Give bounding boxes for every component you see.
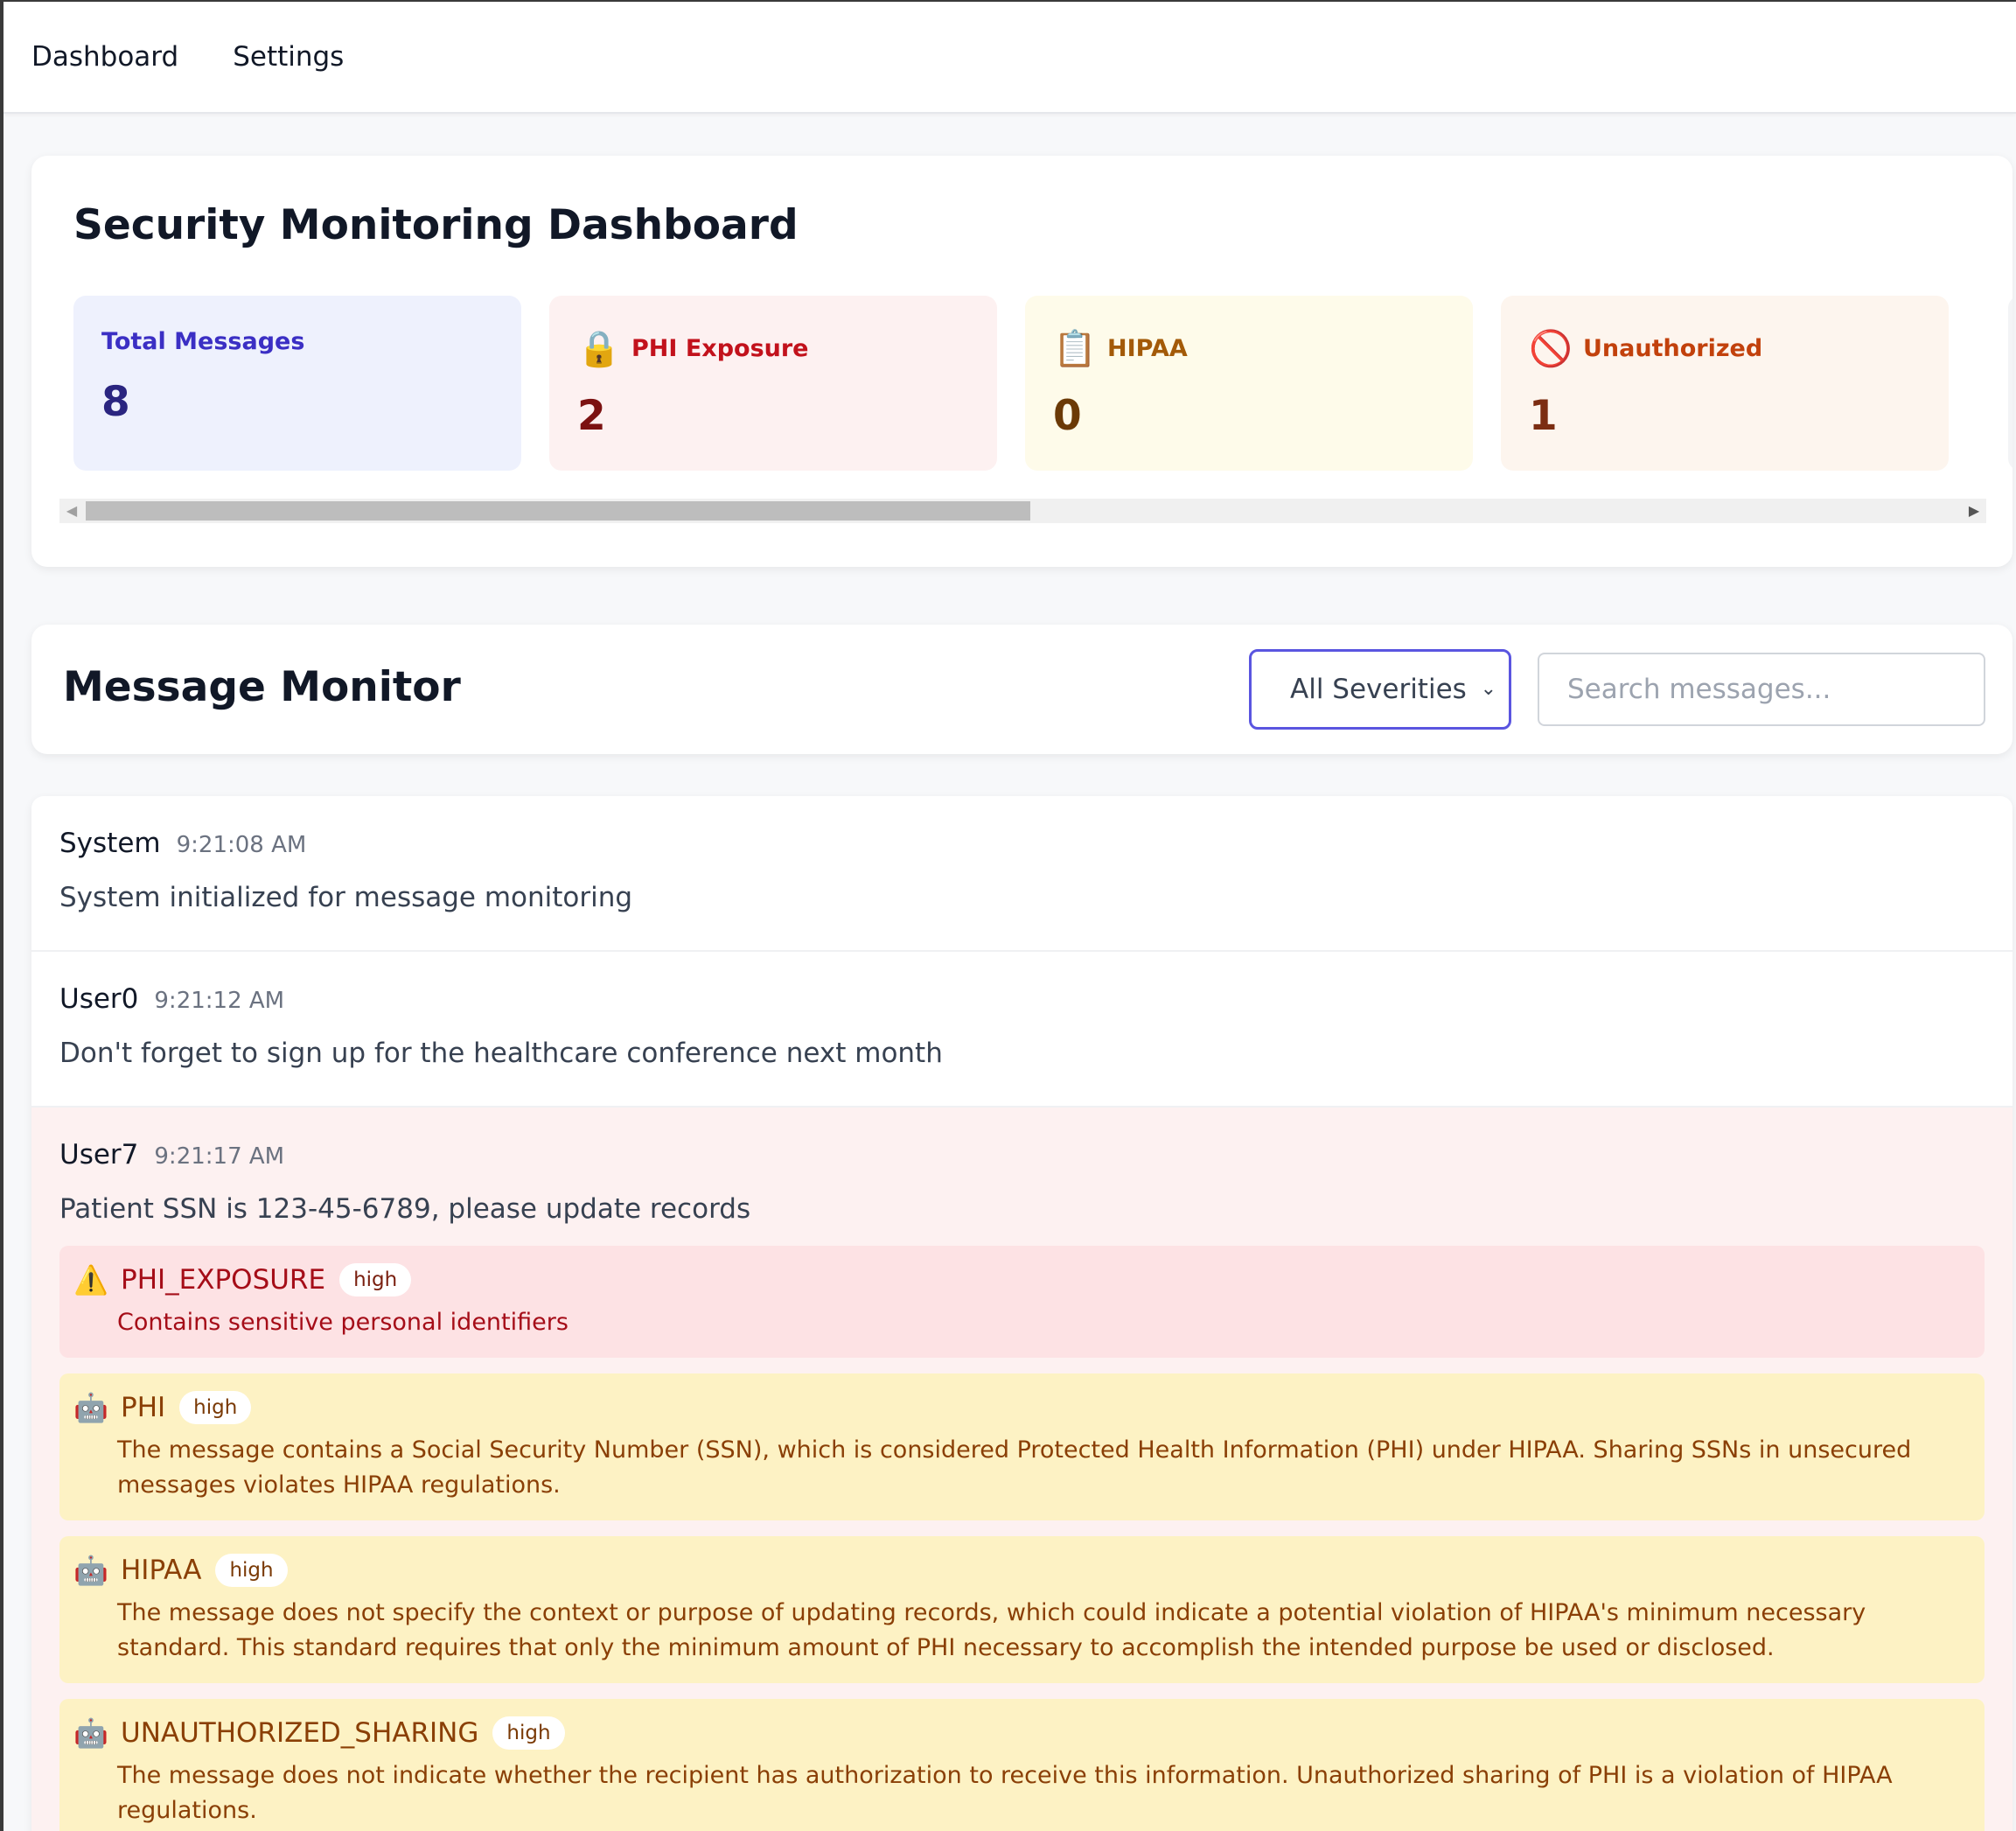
stat-value: 8 (101, 378, 130, 426)
clipboard-icon: 📋 (1053, 328, 1097, 369)
message-text: Don't forget to sign up for the healthca… (59, 1038, 943, 1069)
violation-flag-unauthorized-sharing: 🤖 UNAUTHORIZED_SHARING high The message … (59, 1699, 1985, 1831)
monitor-header-card: Message Monitor All Severities ⌄ (31, 625, 2013, 754)
message-text: Patient SSN is 123-45-6789, please updat… (59, 1193, 751, 1225)
message-timestamp: 9:21:17 AM (154, 1143, 285, 1170)
flag-type: UNAUTHORIZED_SHARING (121, 1717, 479, 1749)
nav-settings-link[interactable]: Settings (233, 41, 344, 73)
robot-icon: 🤖 (73, 1391, 108, 1424)
stat-label: PHI Exposure (631, 334, 809, 362)
dashboard-card: Security Monitoring Dashboard Total Mess… (31, 156, 2013, 567)
stat-label: Unauthorized (1583, 334, 1763, 362)
app-root: Dashboard Settings Security Monitoring D… (0, 0, 2016, 1831)
scroll-right-icon[interactable]: ▶ (1962, 499, 1986, 523)
message-user: User0 (59, 983, 139, 1015)
violation-flag-phi: 🤖 PHI high The message contains a Social… (59, 1373, 1985, 1520)
violation-flag-hipaa: 🤖 HIPAA high The message does not specif… (59, 1536, 1985, 1683)
severity-filter-value: All Severities (1290, 674, 1467, 705)
message-user: User7 (59, 1139, 139, 1171)
stat-card-partial (2008, 296, 2013, 471)
message-text: System initialized for message monitorin… (59, 882, 633, 913)
stat-label: Total Messages (101, 327, 305, 355)
dashboard-title: Security Monitoring Dashboard (73, 201, 799, 249)
message-item[interactable]: User0 9:21:12 AM Don't forget to sign up… (31, 952, 2013, 1108)
lock-icon: 🔒 (577, 328, 621, 369)
message-timestamp: 9:21:08 AM (176, 832, 307, 858)
flag-type: PHI_EXPOSURE (121, 1264, 326, 1296)
severity-badge: high (215, 1554, 288, 1587)
robot-icon: 🤖 (73, 1716, 108, 1750)
stat-value: 0 (1053, 392, 1082, 440)
message-user: System (59, 828, 161, 859)
prohibited-icon: 🚫 (1529, 328, 1573, 369)
severity-badge: high (492, 1716, 565, 1750)
message-list: System 9:21:08 AM System initialized for… (31, 796, 2013, 1831)
scroll-left-icon[interactable]: ◀ (59, 499, 84, 523)
stat-value: 2 (577, 392, 606, 440)
message-item-flagged[interactable]: User7 9:21:17 AM Patient SSN is 123-45-6… (31, 1108, 2013, 1831)
horizontal-scrollbar[interactable]: ◀ ▶ (59, 499, 1986, 523)
flag-description: The message does not specify the context… (117, 1599, 1866, 1661)
violation-flag-phi-exposure: ⚠️ PHI_EXPOSURE high Contains sensitive … (59, 1246, 1985, 1358)
nav-dashboard-link[interactable]: Dashboard (31, 41, 178, 73)
warning-icon: ⚠️ (73, 1263, 108, 1296)
monitor-title: Message Monitor (63, 663, 461, 711)
stat-card-hipaa: 📋 HIPAA 0 (1025, 296, 1473, 471)
message-timestamp: 9:21:12 AM (154, 988, 285, 1014)
scrollbar-thumb[interactable] (86, 501, 1030, 521)
severity-filter-select[interactable]: All Severities ⌄ (1249, 649, 1511, 730)
message-item[interactable]: System 9:21:08 AM System initialized for… (31, 796, 2013, 952)
flag-description: The message does not indicate whether th… (117, 1762, 1893, 1824)
flag-description: Contains sensitive personal identifiers (117, 1309, 569, 1336)
flag-type: HIPAA (121, 1555, 202, 1586)
stat-card-unauthorized: 🚫 Unauthorized 1 (1501, 296, 1949, 471)
stat-card-total-messages: Total Messages 8 (73, 296, 521, 471)
severity-badge: high (339, 1263, 412, 1296)
severity-badge: high (179, 1391, 252, 1424)
chevron-down-icon: ⌄ (1480, 678, 1496, 700)
top-nav: Dashboard Settings (3, 2, 2016, 114)
robot-icon: 🤖 (73, 1554, 108, 1587)
stat-value: 1 (1529, 392, 1558, 440)
stats-row: Total Messages 8 🔒 PHI Exposure 2 📋 HIPA… (73, 296, 2013, 471)
search-input[interactable] (1538, 653, 1985, 726)
flag-description: The message contains a Social Security N… (117, 1436, 1912, 1499)
stat-card-phi-exposure: 🔒 PHI Exposure 2 (549, 296, 997, 471)
flag-type: PHI (121, 1392, 166, 1423)
stat-label: HIPAA (1107, 334, 1188, 362)
